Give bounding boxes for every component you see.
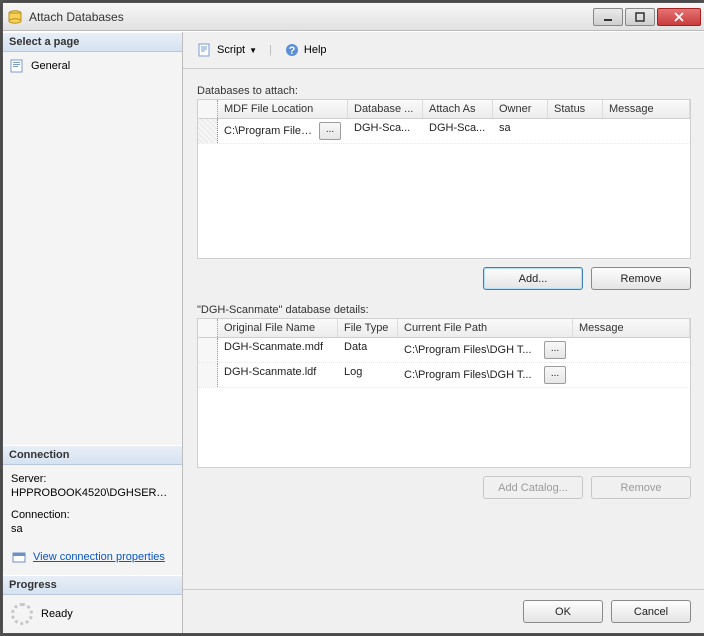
- cell-attach-as[interactable]: DGH-Sca...: [423, 119, 493, 143]
- database-icon: [7, 9, 23, 25]
- attach-table[interactable]: MDF File Location Database ... Attach As…: [197, 99, 691, 259]
- add-catalog-button: Add Catalog...: [483, 476, 583, 499]
- cell-database[interactable]: DGH-Sca...: [348, 119, 423, 143]
- chevron-down-icon: ▼: [249, 46, 257, 55]
- cell-message: [573, 338, 690, 362]
- help-label: Help: [304, 44, 327, 56]
- col-file-type[interactable]: File Type: [338, 319, 398, 337]
- cancel-button[interactable]: Cancel: [611, 600, 691, 623]
- cell-original-file-name[interactable]: DGH-Scanmate.mdf: [218, 338, 338, 362]
- page-icon: [9, 58, 25, 74]
- connection-header: Connection: [3, 445, 182, 465]
- col-attach-as[interactable]: Attach As: [423, 100, 493, 118]
- cell-file-type[interactable]: Log: [338, 363, 398, 387]
- script-button[interactable]: Script ▼: [193, 40, 261, 60]
- script-label: Script: [217, 44, 245, 56]
- row-selector[interactable]: [198, 119, 218, 143]
- main-pane: Script ▼ | ? Help Databases to attach: M…: [183, 32, 704, 633]
- help-icon: ?: [284, 42, 300, 58]
- minimize-button[interactable]: [593, 8, 623, 26]
- sidebar-item-label: General: [31, 60, 70, 72]
- ok-button[interactable]: OK: [523, 600, 603, 623]
- server-value: HPPROBOOK4520\DGHSERVER: [11, 487, 174, 499]
- cell-file-type[interactable]: Data: [338, 338, 398, 362]
- col-mdf[interactable]: MDF File Location: [218, 100, 348, 118]
- connection-block: Server: HPPROBOOK4520\DGHSERVER Connecti…: [3, 465, 182, 575]
- browse-button[interactable]: ...: [544, 366, 566, 384]
- attach-databases-window: Attach Databases Select a page General C…: [2, 2, 704, 634]
- col-message[interactable]: Message: [573, 319, 690, 337]
- window-title: Attach Databases: [29, 10, 593, 24]
- connection-value: sa: [11, 523, 174, 535]
- browse-button[interactable]: ...: [544, 341, 566, 359]
- progress-item: Ready: [3, 595, 182, 633]
- server-label: Server:: [11, 473, 174, 485]
- sidebar: Select a page General Connection Server:…: [3, 32, 183, 633]
- table-row[interactable]: DGH-Scanmate.ldf Log C:\Program Files\DG…: [198, 363, 690, 388]
- col-database[interactable]: Database ...: [348, 100, 423, 118]
- select-page-header: Select a page: [3, 32, 182, 52]
- titlebar[interactable]: Attach Databases: [3, 3, 704, 31]
- connection-label: Connection:: [11, 509, 174, 521]
- col-owner[interactable]: Owner: [493, 100, 548, 118]
- col-status[interactable]: Status: [548, 100, 603, 118]
- close-button[interactable]: [657, 8, 701, 26]
- databases-to-attach-label: Databases to attach:: [197, 85, 691, 97]
- col-message[interactable]: Message: [603, 100, 690, 118]
- view-connection-properties-label: View connection properties: [33, 551, 165, 563]
- progress-status: Ready: [41, 608, 73, 620]
- database-details-label: "DGH-Scanmate" database details:: [197, 304, 691, 316]
- attach-table-header: MDF File Location Database ... Attach As…: [198, 100, 690, 119]
- remove-button[interactable]: Remove: [591, 267, 691, 290]
- remove-detail-button: Remove: [591, 476, 691, 499]
- row-selector[interactable]: [198, 363, 218, 387]
- cell-status: [548, 119, 603, 143]
- cell-owner[interactable]: sa: [493, 119, 548, 143]
- details-table[interactable]: Original File Name File Type Current Fil…: [197, 318, 691, 468]
- col-original-file-name[interactable]: Original File Name: [218, 319, 338, 337]
- progress-spinner-icon: [11, 603, 33, 625]
- help-button[interactable]: ? Help: [280, 40, 331, 60]
- col-current-file-path[interactable]: Current File Path: [398, 319, 573, 337]
- browse-button[interactable]: ...: [319, 122, 341, 140]
- properties-icon: [11, 549, 27, 565]
- cell-mdf[interactable]: C:\Program Files\D... ...: [218, 119, 348, 143]
- cell-message: [573, 363, 690, 387]
- table-row[interactable]: C:\Program Files\D... ... DGH-Sca... DGH…: [198, 119, 690, 144]
- progress-header: Progress: [3, 575, 182, 595]
- script-icon: [197, 42, 213, 58]
- dialog-footer: OK Cancel: [183, 589, 704, 633]
- view-connection-properties-link[interactable]: View connection properties: [11, 547, 174, 567]
- details-table-header: Original File Name File Type Current Fil…: [198, 319, 690, 338]
- toolbar: Script ▼ | ? Help: [183, 32, 704, 69]
- cell-current-file-path[interactable]: C:\Program Files\DGH T... ...: [398, 338, 573, 362]
- maximize-button[interactable]: [625, 8, 655, 26]
- cell-original-file-name[interactable]: DGH-Scanmate.ldf: [218, 363, 338, 387]
- table-row[interactable]: DGH-Scanmate.mdf Data C:\Program Files\D…: [198, 338, 690, 363]
- svg-text:?: ?: [289, 45, 296, 57]
- sidebar-item-general[interactable]: General: [9, 56, 176, 76]
- add-button[interactable]: Add...: [483, 267, 583, 290]
- cell-current-file-path[interactable]: C:\Program Files\DGH T... ...: [398, 363, 573, 387]
- cell-message: [603, 119, 690, 143]
- row-selector[interactable]: [198, 338, 218, 362]
